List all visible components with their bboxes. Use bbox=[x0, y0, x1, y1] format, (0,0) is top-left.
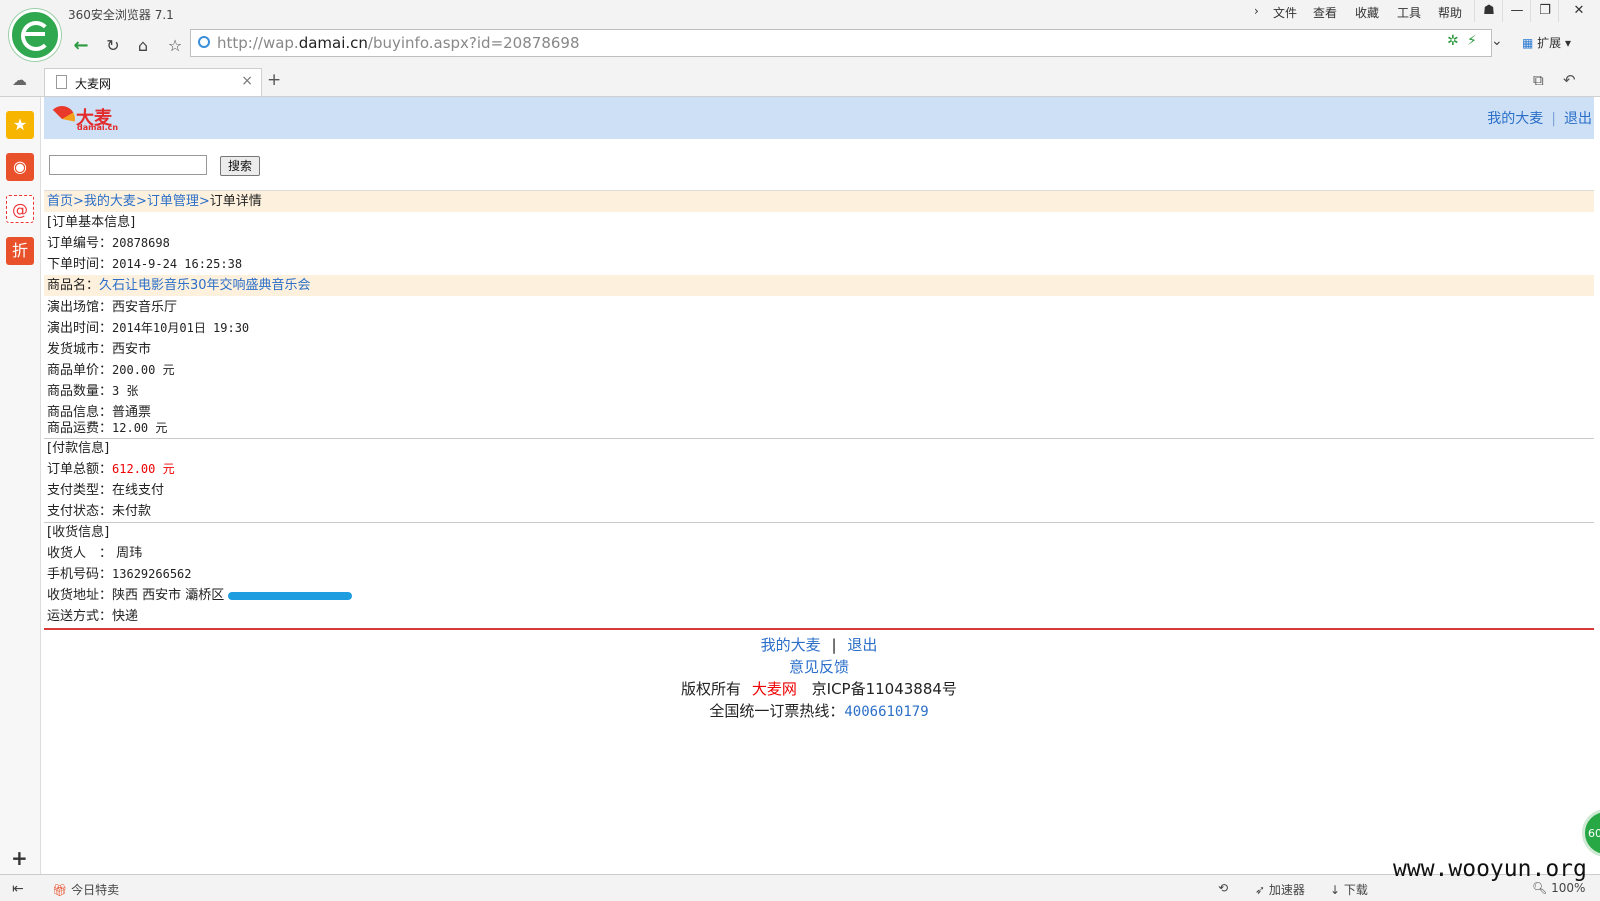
download-icon: ↓ bbox=[1330, 883, 1341, 897]
footer-logout-link[interactable]: 退出 bbox=[847, 636, 877, 654]
status-bar: ⇤ 🎁︎ 今日特卖 ⟲ ➶ 加速器 ↓ 下载 🔍︎ 100% bbox=[0, 874, 1600, 901]
section-delivery-heading: [收货信息] bbox=[47, 525, 110, 540]
shipping-fee-row: 商品运费：12.00 元 bbox=[47, 421, 168, 436]
quantity-row: 商品数量：3 张 bbox=[47, 384, 139, 399]
download-button[interactable]: ↓ 下载 bbox=[1330, 881, 1368, 898]
copyright-row: 版权所有 大麦网 京ICP备11043884号 bbox=[681, 680, 957, 698]
accelerator-button[interactable]: ➶ 加速器 bbox=[1255, 881, 1305, 898]
breadcrumb-my-damai[interactable]: 我的大麦 bbox=[84, 194, 136, 209]
url-text[interactable]: http://wap.damai.cn/buyinfo.aspx?id=2087… bbox=[217, 34, 580, 52]
minimize-button[interactable]: — bbox=[1502, 0, 1531, 22]
menu-file[interactable]: 文件 bbox=[1273, 4, 1297, 21]
refresh-icon[interactable]: ↻ bbox=[100, 34, 126, 58]
extensions-grid-icon: ▦ bbox=[1522, 36, 1534, 50]
page-icon bbox=[56, 75, 67, 89]
hotline-row: 全国统一订票热线：4006610179 bbox=[709, 702, 929, 720]
section-payment-heading: [付款信息] bbox=[47, 441, 110, 456]
breadcrumb-current: 订单详情 bbox=[209, 194, 262, 209]
logo-fan-icon bbox=[49, 106, 75, 122]
search-input[interactable] bbox=[49, 155, 207, 175]
brand-link[interactable]: 大麦网 bbox=[752, 680, 797, 698]
dropdown-chevron-icon[interactable]: ⌄ bbox=[1491, 33, 1503, 49]
close-window-button[interactable]: ✕ bbox=[1558, 0, 1599, 22]
security-shield-icon[interactable]: ✲ bbox=[1447, 33, 1459, 49]
sidebar: ★ ◉ @ 折 bbox=[0, 97, 41, 874]
logout-link[interactable]: 退出 bbox=[1564, 111, 1592, 127]
payment-type-row: 支付类型：在线支付 bbox=[47, 483, 165, 498]
delivery-method-row: 运送方式：快递 bbox=[47, 609, 139, 624]
footer-divider bbox=[44, 628, 1594, 630]
sidebar-add-icon[interactable]: + bbox=[11, 846, 28, 870]
tab-list-icon[interactable]: ⧉ bbox=[1533, 71, 1544, 89]
hotline-number[interactable]: 4006610179 bbox=[844, 704, 928, 720]
product-name-row: 商品名：久石让电影音乐30年交响盛典音乐会 bbox=[44, 275, 1594, 296]
web-page: 大麦 damai.cn 我的大麦 | 退出 搜索 首页>我的大麦>订单管理>订单详情… bbox=[44, 97, 1594, 874]
footer-links: 我的大麦 | 退出 bbox=[760, 636, 878, 654]
product-link[interactable]: 久石让电影音乐30年交响盛典音乐会 bbox=[99, 278, 311, 293]
undo-close-icon[interactable]: ↶ bbox=[1563, 71, 1576, 89]
clean-icon[interactable]: ⟲ bbox=[1218, 881, 1228, 895]
extensions-button[interactable]: ▦ 扩展 ▾ bbox=[1522, 34, 1571, 51]
today-deals-button[interactable]: 🎁︎ 今日特卖 bbox=[52, 881, 119, 898]
city-row: 发货城市：西安市 bbox=[47, 342, 152, 357]
rocket-icon: ➶ bbox=[1255, 883, 1266, 897]
tab-close-icon[interactable]: × bbox=[241, 73, 253, 89]
menu-expand-icon[interactable]: › bbox=[1254, 4, 1259, 18]
address-bar[interactable]: http://wap.damai.cn/buyinfo.aspx?id=2087… bbox=[190, 29, 1503, 57]
phone-row: 手机号码：13629266562 bbox=[47, 567, 192, 582]
skin-icon[interactable]: ☗ bbox=[1474, 0, 1503, 22]
browser-logo-icon[interactable] bbox=[9, 9, 61, 61]
breadcrumb-orders[interactable]: 订单管理 bbox=[147, 194, 199, 209]
watermark: www.wooyun.org bbox=[1393, 856, 1587, 882]
favorites-star-icon[interactable]: ★ bbox=[6, 111, 34, 139]
breadcrumb: 首页>我的大麦>订单管理>订单详情 bbox=[44, 191, 1594, 212]
logo-subtext: damai.cn bbox=[77, 123, 119, 132]
header-separator: | bbox=[1551, 111, 1556, 127]
gift-icon: 🎁︎ bbox=[52, 883, 68, 897]
favorite-star-icon[interactable]: ☆ bbox=[162, 34, 188, 58]
search-button[interactable]: 搜索 bbox=[220, 156, 260, 176]
header-links: 我的大麦 | 退出 bbox=[1487, 108, 1592, 128]
address-row: 收货地址：陕西 西安市 灞桥区 bbox=[47, 585, 1594, 606]
restore-button[interactable]: ❐ bbox=[1530, 0, 1559, 22]
collapse-sidebar-icon[interactable]: ⇤ bbox=[12, 881, 24, 897]
show-time-row: 演出时间：2014年10月01日 19:30 bbox=[47, 321, 250, 336]
order-time-row: 下单时间：2014-9-24 16:25:38 bbox=[47, 257, 243, 272]
app-title: 360安全浏览器 7.1 bbox=[68, 8, 174, 22]
venue-row: 演出场馆：西安音乐厅 bbox=[47, 300, 178, 315]
mail-icon[interactable]: @ bbox=[6, 195, 34, 223]
order-number-row: 订单编号：20878698 bbox=[47, 236, 170, 251]
payment-status-row: 支付状态：未付款 bbox=[47, 504, 152, 519]
total-row: 订单总额：612.00 元 bbox=[47, 462, 175, 477]
new-tab-button[interactable]: + bbox=[267, 70, 281, 90]
breadcrumb-home[interactable]: 首页 bbox=[47, 194, 73, 209]
site-header: 大麦 damai.cn 我的大麦 | 退出 bbox=[44, 97, 1594, 139]
menu-favorites[interactable]: 收藏 bbox=[1355, 4, 1379, 21]
zoom-level[interactable]: 🔍︎ 100% bbox=[1532, 881, 1585, 895]
home-icon[interactable]: ⌂ bbox=[130, 34, 156, 58]
section-basic-heading: [订单基本信息] bbox=[47, 215, 136, 230]
receiver-row: 收货人 ： 周玮 bbox=[47, 546, 143, 561]
redaction-mark bbox=[228, 591, 353, 600]
cloud-sync-icon[interactable]: ☁ bbox=[12, 71, 27, 89]
tab-damai[interactable]: 大麦网 × bbox=[44, 68, 262, 96]
globe-icon bbox=[198, 36, 210, 48]
discount-icon[interactable]: 折 bbox=[6, 237, 34, 265]
menu-help[interactable]: 帮助 bbox=[1438, 4, 1462, 21]
tab-label: 大麦网 bbox=[75, 77, 112, 91]
speed-bolt-icon[interactable]: ⚡ bbox=[1467, 33, 1477, 49]
unit-price-row: 商品单价：200.00 元 bbox=[47, 363, 175, 378]
back-arrow-icon[interactable]: ← bbox=[68, 34, 94, 58]
feedback-row: 意见反馈 bbox=[44, 656, 1594, 678]
total-amount: 612.00 元 bbox=[112, 462, 175, 476]
my-damai-link[interactable]: 我的大麦 bbox=[1487, 111, 1543, 127]
menu-tools[interactable]: 工具 bbox=[1397, 4, 1421, 21]
menu-view[interactable]: 查看 bbox=[1313, 4, 1337, 21]
weibo-icon[interactable]: ◉ bbox=[6, 153, 34, 181]
damai-logo[interactable]: 大麦 damai.cn bbox=[49, 104, 121, 132]
feedback-link[interactable]: 意见反馈 bbox=[789, 658, 849, 676]
footer-my-damai-link[interactable]: 我的大麦 bbox=[761, 636, 821, 654]
